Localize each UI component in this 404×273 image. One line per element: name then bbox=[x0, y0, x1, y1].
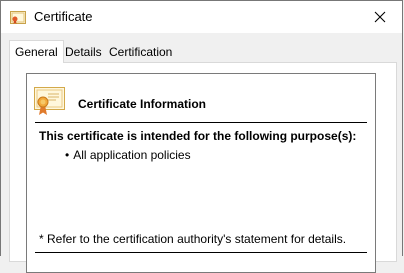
certificate-dialog: Certificate General Details Certificatio… bbox=[0, 0, 403, 273]
tab-details[interactable]: Details bbox=[59, 42, 108, 62]
certificate-icon bbox=[10, 11, 26, 24]
tab-general-label: General bbox=[15, 45, 58, 59]
tab-general[interactable]: General bbox=[9, 40, 64, 63]
tab-details-label: Details bbox=[65, 45, 102, 59]
title-bar[interactable]: Certificate bbox=[1, 1, 402, 33]
purpose-list-item: • All application policies bbox=[65, 148, 191, 162]
general-tab-panel: Certificate Information This certificate… bbox=[9, 62, 397, 273]
window-title: Certificate bbox=[34, 9, 93, 24]
certificate-information-box: Certificate Information This certificate… bbox=[26, 73, 376, 273]
purpose-text: All application policies bbox=[73, 148, 191, 162]
purpose-heading: This certificate is intended for the fol… bbox=[39, 129, 357, 143]
close-icon bbox=[374, 11, 386, 23]
tab-certification-path[interactable]: Certification Path bbox=[103, 42, 178, 78]
bullet-icon: • bbox=[65, 148, 70, 162]
divider bbox=[35, 252, 367, 253]
certificate-information-heading: Certificate Information bbox=[78, 97, 207, 111]
certificate-icon bbox=[34, 87, 65, 115]
divider bbox=[35, 122, 367, 123]
authority-statement-note: * Refer to the certification authority's… bbox=[39, 232, 347, 246]
close-button[interactable] bbox=[358, 1, 402, 33]
